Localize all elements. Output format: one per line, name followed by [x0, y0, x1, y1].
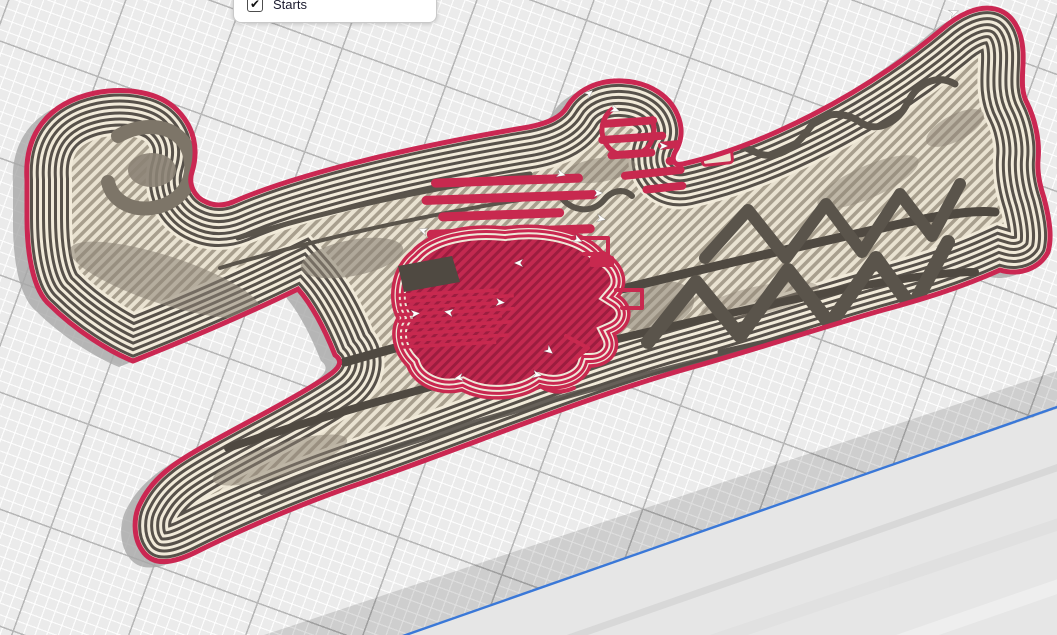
starts-checkbox-label: Starts: [273, 0, 307, 12]
color-scheme-panel: ✔ Starts: [233, 0, 437, 23]
3d-viewport[interactable]: [0, 0, 1057, 635]
starts-checkbox[interactable]: ✔: [247, 0, 263, 12]
preview-scene: [0, 0, 1057, 635]
starts-option-row[interactable]: ✔ Starts: [247, 0, 307, 13]
slicer-preview-screen: { "overlay_panel": { "items": [ { "label…: [0, 0, 1057, 635]
